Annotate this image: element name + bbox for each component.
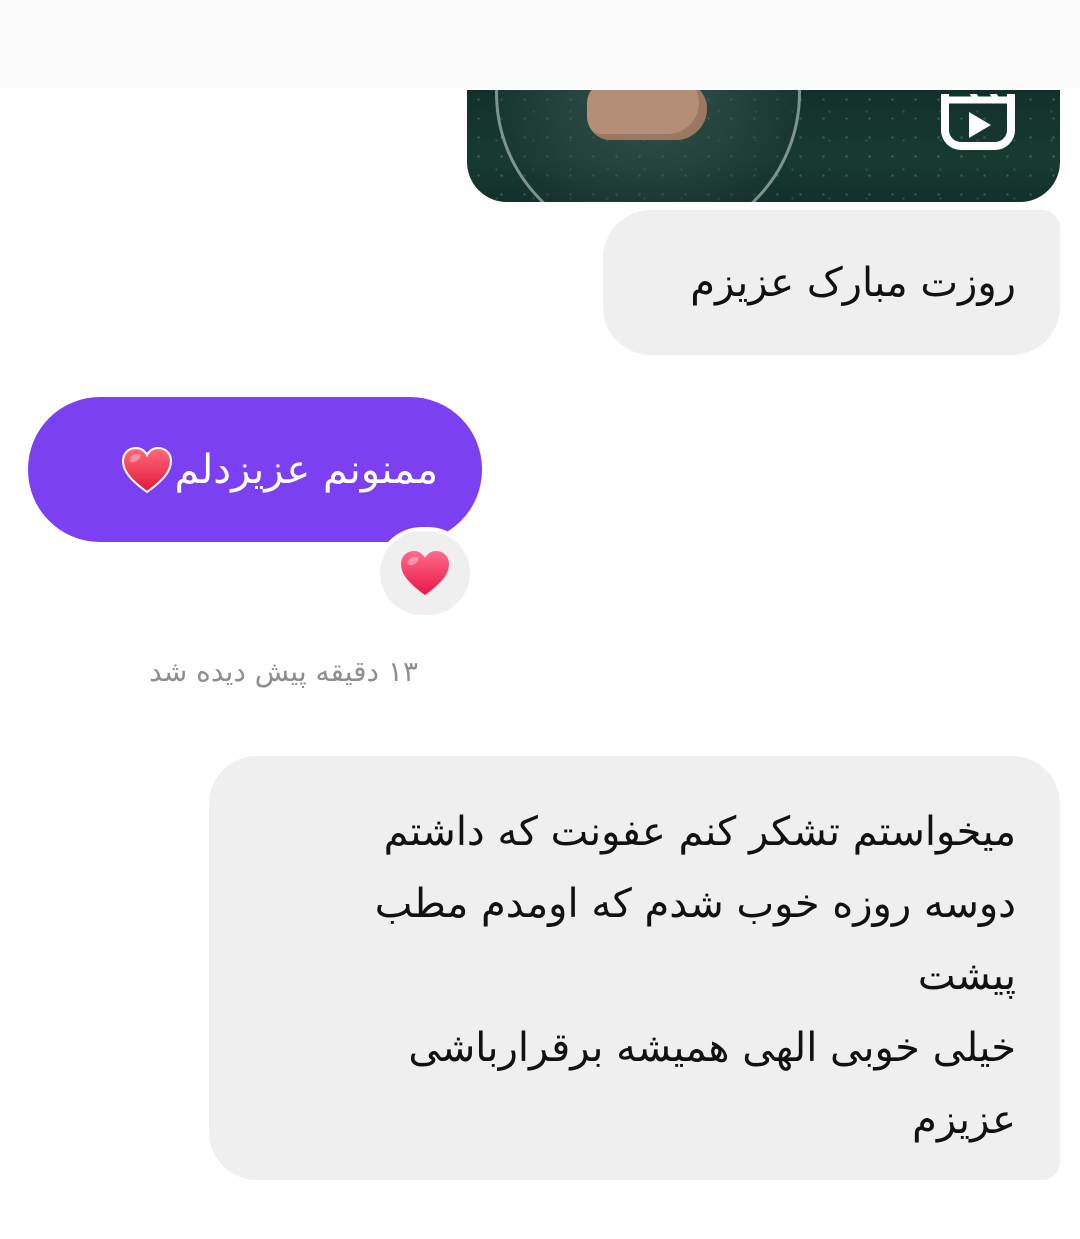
message-line: پیشت xyxy=(917,953,1016,999)
reel-thumbnail-figure xyxy=(587,90,707,140)
message-incoming-thanks-long[interactable]: میخواستم تشکر کنم عفونت که داشتم دوسه رو… xyxy=(209,756,1060,1180)
message-line: عزیزم xyxy=(912,1097,1016,1143)
message-line: دوسه روزه خوب شدم که اومدم مطب xyxy=(374,881,1016,927)
message-incoming-greeting[interactable]: روزت مبارک عزیزم xyxy=(603,210,1060,355)
message-text: ممنونم عزیزدلم xyxy=(174,446,438,493)
red-heart-icon xyxy=(122,446,173,493)
red-heart-icon xyxy=(401,551,449,595)
message-text: روزت مبارک عزیزم xyxy=(690,259,1016,306)
reels-icon xyxy=(941,94,1015,150)
seen-status: ۱۳ دقیقه پیش دیده شد xyxy=(149,655,418,688)
message-outgoing-thanks[interactable]: ممنونم عزیزدلم xyxy=(28,397,482,542)
message-reaction[interactable] xyxy=(376,527,474,619)
message-line: میخواستم تشکر کنم عفونت که داشتم xyxy=(383,809,1016,855)
shared-reel-preview[interactable] xyxy=(467,90,1060,202)
message-line: خیلی خوبی الهی همیشه برقرارباشی xyxy=(408,1025,1016,1071)
top-bar xyxy=(0,0,1080,88)
